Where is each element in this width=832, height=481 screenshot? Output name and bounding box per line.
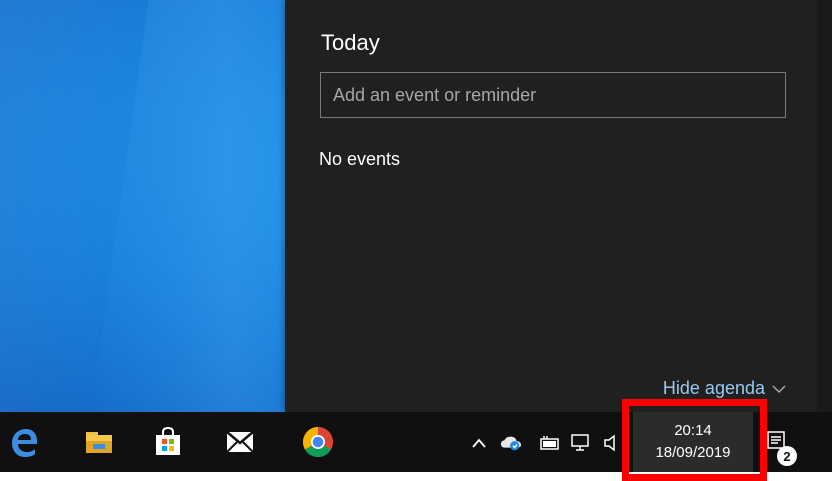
- envelope-icon: [226, 431, 254, 453]
- agenda-title: Today: [321, 30, 380, 55]
- edge-icon[interactable]: [4, 422, 44, 462]
- add-event-input[interactable]: [320, 72, 786, 118]
- panel-edge: [817, 0, 832, 412]
- battery-icon[interactable]: [538, 432, 560, 454]
- notification-count-badge: 2: [777, 446, 797, 466]
- chevron-down-icon: [772, 384, 786, 393]
- chevron-up-icon[interactable]: [468, 432, 490, 454]
- file-explorer-icon[interactable]: [79, 422, 119, 462]
- taskbar-clock[interactable]: 20:14 18/09/2019: [633, 412, 753, 472]
- shopping-bag-icon: [156, 427, 180, 455]
- calendar-agenda-panel: Today No events Hide agenda: [285, 0, 832, 412]
- mail-icon[interactable]: [220, 422, 260, 462]
- onedrive-icon[interactable]: [500, 432, 522, 454]
- edge-icon: [12, 429, 37, 457]
- chrome-icon[interactable]: [298, 422, 338, 462]
- clock-time: 20:14: [674, 422, 712, 439]
- chrome-logo-icon: [302, 427, 334, 458]
- clock-date: 18/09/2019: [655, 444, 731, 461]
- network-icon[interactable]: [570, 432, 592, 454]
- volume-icon[interactable]: [600, 432, 622, 454]
- hide-agenda-label: Hide agenda: [662, 378, 765, 398]
- folder-icon: [86, 432, 112, 453]
- hide-agenda-button[interactable]: Hide agenda: [663, 378, 787, 399]
- taskbar: 20:14 18/09/2019 2: [0, 412, 832, 472]
- no-events-text: No events: [319, 149, 401, 169]
- store-icon[interactable]: [148, 422, 188, 462]
